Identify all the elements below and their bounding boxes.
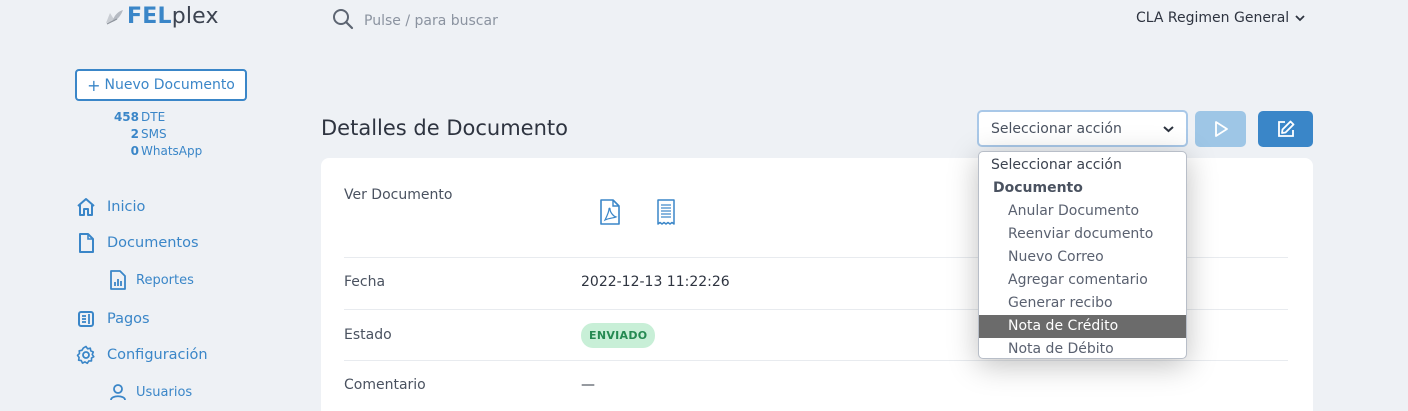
pdf-file-icon[interactable] xyxy=(599,199,621,229)
sidebar-item-label: Inicio xyxy=(107,199,146,215)
home-icon xyxy=(75,196,97,218)
dropdown-option-agregar-comentario[interactable]: Agregar comentario xyxy=(979,269,1186,292)
sidebar-item-documentos[interactable]: Documentos xyxy=(75,232,199,254)
counter-whatsapp: 0 WhatsApp xyxy=(130,144,203,158)
action-dropdown-menu: Seleccionar acción Documento Anular Docu… xyxy=(978,151,1187,359)
dropdown-option-nuevo-correo[interactable]: Nuevo Correo xyxy=(979,246,1186,269)
comentario-value: — xyxy=(581,377,595,393)
dropdown-option-reenviar[interactable]: Reenviar documento xyxy=(979,223,1186,246)
ver-documento-label: Ver Documento xyxy=(344,187,453,203)
felplex-logo[interactable]: FELplex xyxy=(103,4,219,29)
edit-icon xyxy=(1277,120,1294,137)
sidebar-item-reportes[interactable]: Reportes xyxy=(107,269,194,291)
dropdown-option-anular[interactable]: Anular Documento xyxy=(979,200,1186,223)
new-document-label: Nuevo Documento xyxy=(104,77,235,93)
sidebar-item-usuarios[interactable]: Usuarios xyxy=(107,381,192,403)
dropdown-group-documento: Documento xyxy=(993,180,1083,196)
sidebar-item-label: Usuarios xyxy=(136,384,193,400)
user-icon xyxy=(107,381,129,403)
gear-icon xyxy=(75,344,97,366)
document-icon xyxy=(75,232,97,254)
logo-feather-icon xyxy=(103,7,125,27)
status-badge: ENVIADO xyxy=(581,323,656,348)
xml-receipt-icon[interactable] xyxy=(656,199,676,229)
sidebar-item-label: Reportes xyxy=(136,272,194,288)
action-select[interactable]: Seleccionar acción xyxy=(977,110,1188,147)
sidebar-item-label: Documentos xyxy=(107,235,199,251)
fecha-value: 2022-12-13 11:22:26 xyxy=(581,274,730,290)
plus-icon: + xyxy=(87,75,101,95)
sidebar-item-inicio[interactable]: Inicio xyxy=(75,196,145,218)
dropdown-option-generar-recibo[interactable]: Generar recibo xyxy=(979,292,1186,315)
company-name: CLA Regimen General xyxy=(1136,10,1290,26)
estado-label: Estado xyxy=(344,327,392,343)
search-icon xyxy=(332,8,354,34)
search-bar[interactable] xyxy=(332,8,664,34)
search-input[interactable] xyxy=(364,13,664,29)
report-chart-icon xyxy=(107,269,129,291)
dropdown-option-nota-debito[interactable]: Nota de Débito xyxy=(979,338,1186,361)
comentario-label: Comentario xyxy=(344,377,426,393)
message-counters: 458 DTE 2 SMS 0 WhatsApp xyxy=(95,109,202,160)
action-select-value: Seleccionar acción xyxy=(991,120,1122,137)
sidebar-item-pagos[interactable]: Pagos xyxy=(75,308,150,330)
play-icon xyxy=(1214,121,1228,137)
dropdown-option-placeholder[interactable]: Seleccionar acción xyxy=(979,154,1186,177)
counter-sms: 2 SMS xyxy=(130,127,167,141)
fecha-label: Fecha xyxy=(344,274,386,290)
edit-button[interactable] xyxy=(1258,111,1313,147)
company-selector[interactable]: CLA Regimen General xyxy=(1136,10,1305,26)
new-document-button[interactable]: + Nuevo Documento xyxy=(75,69,247,101)
sidebar-item-label: Configuración xyxy=(107,347,208,363)
dropdown-option-nota-credito[interactable]: Nota de Crédito xyxy=(979,315,1186,338)
receipt-icon xyxy=(75,308,97,330)
sidebar-item-configuracion[interactable]: Configuración xyxy=(75,344,208,366)
chevron-down-icon xyxy=(1295,15,1305,22)
run-action-button[interactable] xyxy=(1195,111,1246,147)
sidebar-item-label: Pagos xyxy=(107,311,150,327)
page-title: Detalles de Documento xyxy=(321,116,568,140)
counter-dte: 458 DTE xyxy=(113,110,166,124)
logo-text: FELplex xyxy=(127,4,219,29)
chevron-down-icon xyxy=(1163,125,1174,132)
